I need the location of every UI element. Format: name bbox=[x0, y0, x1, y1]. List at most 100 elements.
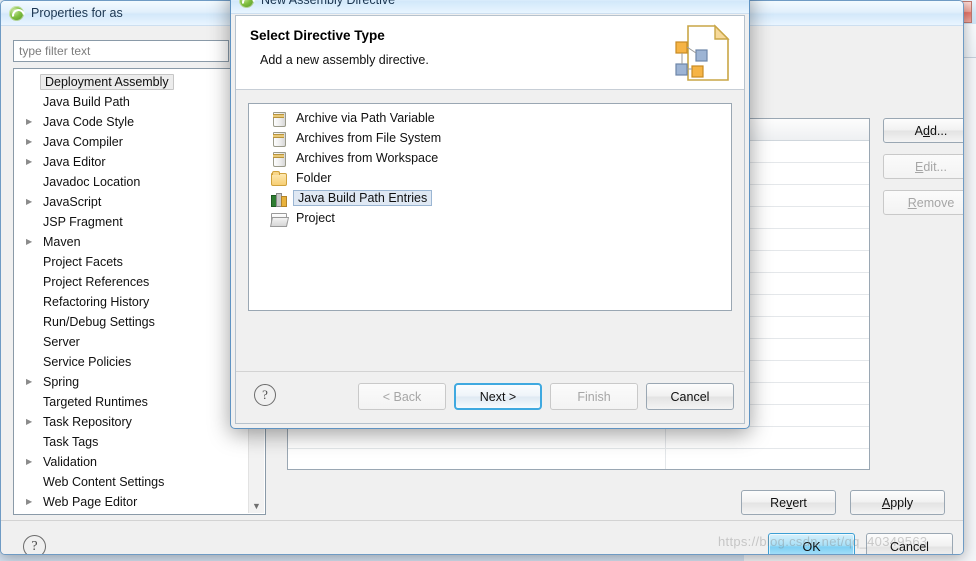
settings-tree[interactable]: ▶Deployment Assembly▶Java Build Path▶Jav… bbox=[13, 68, 266, 515]
tree-item-run-debug-settings[interactable]: ▶Run/Debug Settings bbox=[14, 312, 265, 332]
expand-chevron-right-icon[interactable]: ▶ bbox=[26, 458, 40, 466]
watermark-text: https://blog.csdn.net/qq_40349563 bbox=[718, 534, 928, 549]
tree-item-server[interactable]: ▶Server bbox=[14, 332, 265, 352]
jar-icon bbox=[271, 111, 287, 127]
tree-item-label: Java Editor bbox=[43, 155, 106, 169]
tree-item-service-policies[interactable]: ▶Service Policies bbox=[14, 352, 265, 372]
tree-indent-spacer: ▶ bbox=[26, 478, 40, 486]
tree-item-label: Task Repository bbox=[43, 415, 132, 429]
tree-indent-spacer: ▶ bbox=[26, 298, 40, 306]
tree-item-label: Maven bbox=[43, 235, 81, 249]
tree-item-maven[interactable]: ▶ Maven bbox=[14, 232, 265, 252]
directive-option-label: Java Build Path Entries bbox=[293, 190, 433, 206]
directive-option-archives-from-file-system[interactable]: Archives from File System bbox=[249, 128, 731, 148]
tree-indent-spacer: ▶ bbox=[26, 438, 40, 446]
table-row[interactable] bbox=[288, 427, 869, 449]
button-label: Add... bbox=[914, 123, 948, 138]
project-folder-icon bbox=[271, 211, 287, 226]
tree-item-spring[interactable]: ▶ Spring bbox=[14, 372, 265, 392]
tree-item-web-page-editor[interactable]: ▶ Web Page Editor bbox=[14, 492, 265, 512]
directive-option-label: Archives from File System bbox=[296, 131, 442, 145]
tree-item-project-facets[interactable]: ▶Project Facets bbox=[14, 252, 265, 272]
expand-chevron-right-icon[interactable]: ▶ bbox=[26, 158, 40, 166]
table-cell-deploy-path bbox=[666, 427, 869, 448]
table-cell-source bbox=[288, 449, 666, 469]
revert-apply-group: Revert Apply bbox=[741, 490, 945, 515]
directive-option-label: Archive via Path Variable bbox=[296, 111, 435, 125]
tree-item-java-editor[interactable]: ▶ Java Editor bbox=[14, 152, 265, 172]
expand-chevron-right-icon[interactable]: ▶ bbox=[26, 378, 40, 386]
jar-icon bbox=[271, 131, 287, 147]
expand-chevron-right-icon[interactable]: ▶ bbox=[26, 138, 40, 146]
tree-indent-spacer: ▶ bbox=[26, 78, 40, 86]
directive-option-label: Folder bbox=[296, 171, 332, 185]
directive-option-archives-from-workspace[interactable]: Archives from Workspace bbox=[249, 148, 731, 168]
directive-type-list[interactable]: Archive via Path Variable Archives from F… bbox=[248, 103, 732, 311]
add-button[interactable]: Add... bbox=[883, 118, 963, 143]
expand-chevron-right-icon[interactable]: ▶ bbox=[26, 118, 40, 126]
filter-input[interactable]: type filter text bbox=[13, 40, 229, 62]
directive-option-java-build-path-entries[interactable]: Java Build Path Entries bbox=[249, 188, 731, 208]
tree-item-web-content-settings[interactable]: ▶Web Content Settings bbox=[14, 472, 265, 492]
wizard-subheading: Add a new assembly directive. bbox=[260, 53, 429, 67]
tree-item-targeted-runtimes[interactable]: ▶Targeted Runtimes bbox=[14, 392, 265, 412]
tree-item-validation[interactable]: ▶ Validation bbox=[14, 452, 265, 472]
properties-dialog-title: Properties for as bbox=[31, 6, 123, 20]
tree-item-java-compiler[interactable]: ▶ Java Compiler bbox=[14, 132, 265, 152]
directive-option-folder[interactable]: Folder bbox=[249, 168, 731, 188]
tree-item-label: Java Compiler bbox=[43, 135, 123, 149]
directive-option-label: Archives from Workspace bbox=[296, 151, 439, 165]
table-cell-deploy-path bbox=[666, 449, 869, 469]
tree-item-deployment-assembly[interactable]: ▶Deployment Assembly bbox=[14, 72, 265, 92]
expand-chevron-right-icon[interactable]: ▶ bbox=[26, 418, 40, 426]
folder-icon bbox=[271, 170, 287, 186]
wizard-body: Archive via Path Variable Archives from F… bbox=[236, 91, 744, 371]
tree-item-task-repository[interactable]: ▶ Task Repository bbox=[14, 412, 265, 432]
tree-item-label: Validation bbox=[43, 455, 97, 469]
expand-chevron-right-icon[interactable]: ▶ bbox=[26, 238, 40, 246]
expand-chevron-right-icon[interactable]: ▶ bbox=[26, 498, 40, 506]
wizard-next-button[interactable]: Next > bbox=[454, 383, 542, 410]
new-assembly-directive-dialog: New Assembly Directive Select Directive … bbox=[230, 0, 750, 429]
settings-tree-list: ▶Deployment Assembly▶Java Build Path▶Jav… bbox=[14, 69, 265, 512]
tree-item-label: Run/Debug Settings bbox=[43, 315, 155, 329]
tree-item-java-build-path[interactable]: ▶Java Build Path bbox=[14, 92, 265, 112]
tree-item-label: Java Code Style bbox=[43, 115, 135, 129]
tree-indent-spacer: ▶ bbox=[26, 218, 40, 226]
spring-leaf-icon bbox=[9, 5, 24, 21]
tree-indent-spacer: ▶ bbox=[26, 258, 40, 266]
apply-button[interactable]: Apply bbox=[850, 490, 945, 515]
help-question-mark-icon[interactable]: ? bbox=[23, 535, 46, 554]
page-with-blocks-icon bbox=[675, 24, 730, 81]
wizard-back-button: < Back bbox=[358, 383, 446, 410]
revert-button[interactable]: Revert bbox=[741, 490, 836, 515]
wizard-spring-leaf-icon bbox=[239, 0, 254, 8]
tree-item-project-references[interactable]: ▶Project References bbox=[14, 272, 265, 292]
tree-item-task-tags[interactable]: ▶Task Tags bbox=[14, 432, 265, 452]
tree-item-jsp-fragment[interactable]: ▶JSP Fragment bbox=[14, 212, 265, 232]
tree-item-label: Server bbox=[43, 335, 80, 349]
tree-indent-spacer: ▶ bbox=[26, 318, 40, 326]
tree-item-javascript[interactable]: ▶ JavaScript bbox=[14, 192, 265, 212]
table-row[interactable] bbox=[288, 449, 869, 469]
tree-item-javadoc-location[interactable]: ▶Javadoc Location bbox=[14, 172, 265, 192]
directive-option-project[interactable]: Project bbox=[249, 208, 731, 228]
tree-indent-spacer: ▶ bbox=[26, 338, 40, 346]
directive-option-label: Project bbox=[296, 211, 335, 225]
tree-item-label: Targeted Runtimes bbox=[43, 395, 148, 409]
wizard-cancel-button[interactable]: Cancel bbox=[646, 383, 734, 410]
table-action-buttons: Add... Edit... Remove bbox=[883, 118, 963, 215]
tree-indent-spacer: ▶ bbox=[26, 358, 40, 366]
tree-item-refactoring-history[interactable]: ▶Refactoring History bbox=[14, 292, 265, 312]
scroll-down-icon[interactable]: ▼ bbox=[249, 501, 264, 511]
button-label: Remove bbox=[907, 195, 955, 210]
tree-item-label: Web Page Editor bbox=[43, 495, 138, 509]
expand-chevron-right-icon[interactable]: ▶ bbox=[26, 198, 40, 206]
tree-indent-spacer: ▶ bbox=[26, 278, 40, 286]
build-path-books-icon bbox=[271, 191, 287, 207]
directive-option-archive-via-path-variable[interactable]: Archive via Path Variable bbox=[249, 108, 731, 128]
wizard-help-question-mark-icon[interactable]: ? bbox=[254, 384, 276, 406]
wizard-titlebar: New Assembly Directive bbox=[231, 0, 749, 14]
wizard-finish-button: Finish bbox=[550, 383, 638, 410]
tree-item-java-code-style[interactable]: ▶ Java Code Style bbox=[14, 112, 265, 132]
